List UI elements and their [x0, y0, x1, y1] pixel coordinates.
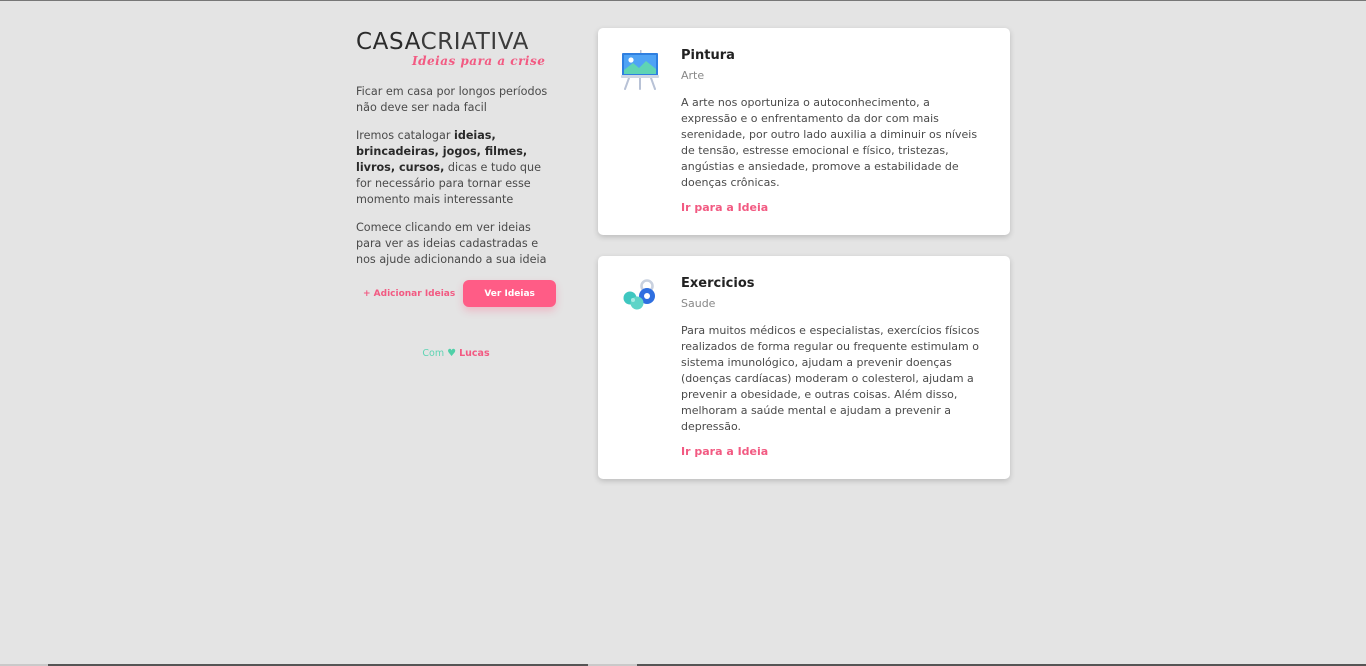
add-idea-link[interactable]: + Adicionar Ideias	[363, 289, 455, 299]
catalog-text: Iremos catalogar ideias, brincadeiras, j…	[356, 128, 556, 208]
brand-name-left: CASA	[356, 29, 421, 55]
intro-text: Ficar em casa por longos períodos não de…	[356, 85, 548, 114]
idea-card: Exercicios Saude Para muitos médicos e e…	[598, 256, 1010, 479]
go-to-idea-link[interactable]: Ir para a Ideia	[681, 201, 768, 214]
heart-icon: ♥	[447, 348, 457, 359]
cta-text: Comece clicando em ver ideias para ver a…	[356, 221, 547, 266]
idea-description: A arte nos oportuniza o autoconhecimento…	[681, 96, 978, 189]
brand-name: CASACRIATIVA	[356, 28, 556, 56]
idea-category: Saude	[681, 297, 716, 310]
view-ideas-button[interactable]: Ver Ideias	[463, 280, 556, 307]
credit-prefix: Com	[422, 348, 445, 359]
go-to-idea-link[interactable]: Ir para a Ideia	[681, 445, 768, 458]
credit-footer: Com ♥ Lucas	[356, 348, 556, 359]
catalog-text-pre: Iremos catalogar	[356, 129, 454, 142]
idea-title: Exercicios	[681, 276, 755, 291]
sidebar: CASACRIATIVA Ideias para a crise Ficar e…	[356, 28, 556, 359]
idea-title: Pintura	[681, 48, 735, 63]
ideas-list: Pintura Arte A arte nos oportuniza o aut…	[598, 28, 1010, 500]
idea-category: Arte	[681, 69, 705, 82]
dumbbell-icon	[623, 279, 655, 310]
easel-painting-icon	[621, 50, 659, 90]
brand-tagline: Ideias para a crise	[412, 54, 546, 68]
brand-logo: CASACRIATIVA Ideias para a crise	[356, 28, 556, 72]
sidebar-actions: + Adicionar Ideias Ver Ideias	[356, 280, 556, 307]
brand-name-right: CRIATIVA	[420, 29, 529, 55]
idea-card: Pintura Arte A arte nos oportuniza o aut…	[598, 28, 1010, 235]
window-top-border	[0, 0, 1366, 1]
idea-description: Para muitos médicos e especialistas, exe…	[681, 324, 980, 433]
credit-name: Lucas	[459, 348, 490, 359]
